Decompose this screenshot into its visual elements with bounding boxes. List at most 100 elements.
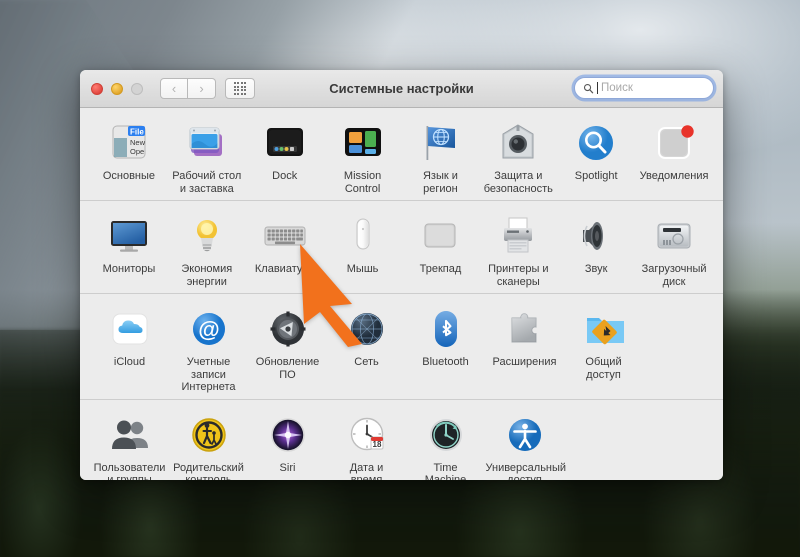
pref-pane-mission-control[interactable]: Mission Control bbox=[324, 114, 402, 195]
pref-pane-label: Bluetooth bbox=[422, 356, 469, 368]
pref-pane-security-privacy[interactable]: Защита и безопасность bbox=[479, 114, 557, 195]
pref-pane-language-region[interactable]: Язык и регион bbox=[402, 114, 480, 195]
pref-pane-sound[interactable]: Звук bbox=[557, 207, 635, 288]
sound-icon bbox=[573, 213, 619, 259]
preferences-row: Пользователи и группы Родительский контроль… bbox=[80, 400, 723, 481]
pref-pane-label: Защита и безопасность bbox=[483, 170, 553, 195]
pref-pane-label: Siri bbox=[279, 461, 296, 474]
siri-icon bbox=[265, 412, 311, 458]
notifications-icon bbox=[651, 120, 697, 166]
window-titlebar: ‹ › Системные настройки Поиск bbox=[80, 70, 723, 108]
pref-pane-label: Рабочий стол и заставка bbox=[172, 170, 242, 195]
pref-pane-displays[interactable]: Мониторы bbox=[90, 207, 168, 288]
pref-pane-label: Расширения bbox=[492, 356, 557, 368]
pref-pane-software-update[interactable]: Обновление ПО bbox=[248, 300, 327, 394]
pref-pane-label: Язык и регион bbox=[422, 170, 458, 195]
svg-text:File: File bbox=[130, 128, 144, 137]
pref-pane-network[interactable]: Сеть bbox=[327, 300, 406, 394]
close-button[interactable] bbox=[91, 82, 103, 95]
pref-pane-label: Уведомления bbox=[639, 170, 709, 182]
pref-pane-printers-scanners[interactable]: Принтеры и сканеры bbox=[479, 207, 557, 288]
pref-pane-internet-accounts[interactable]: @ Учетные записи Интернета bbox=[169, 300, 248, 394]
preferences-row: iCloud @ Учетные записи Интернета Обновление… bbox=[80, 294, 723, 400]
pref-pane-energy-saver[interactable]: Экономия энергии bbox=[168, 207, 246, 288]
accessibility-icon bbox=[502, 412, 548, 458]
pref-pane-label: Родительский контроль bbox=[173, 461, 244, 481]
pref-pane-label: iCloud bbox=[113, 356, 146, 368]
svg-text:Ope: Ope bbox=[130, 147, 144, 156]
startup-disk-icon bbox=[651, 213, 697, 259]
back-button[interactable]: ‹ bbox=[160, 78, 188, 99]
security-privacy-icon bbox=[495, 120, 541, 166]
search-icon bbox=[583, 83, 594, 93]
svg-text:@: @ bbox=[198, 317, 219, 342]
printers-scanners-icon bbox=[495, 213, 541, 259]
system-preferences-window: ‹ › Системные настройки Поиск File New Ope… bbox=[80, 70, 723, 480]
pref-pane-sharing[interactable]: Общий доступ bbox=[564, 300, 643, 394]
pref-pane-label: Dock bbox=[272, 170, 298, 182]
pref-pane-label: Мониторы bbox=[102, 263, 156, 275]
sharing-icon bbox=[581, 306, 627, 352]
pref-pane-accessibility[interactable]: Универсальный доступ bbox=[485, 406, 567, 481]
pref-pane-startup-disk[interactable]: Загрузочный диск bbox=[635, 207, 713, 288]
pref-pane-general[interactable]: File New Ope Основные bbox=[90, 114, 168, 195]
pref-pane-parental-controls[interactable]: Родительский контроль bbox=[169, 406, 248, 481]
spotlight-icon bbox=[573, 120, 619, 166]
pref-pane-spotlight[interactable]: Spotlight bbox=[557, 114, 635, 195]
pref-pane-users-groups[interactable]: Пользователи и группы bbox=[90, 406, 169, 481]
preferences-grid: File New Ope Основные Рабочий стол и заставка… bbox=[80, 108, 723, 480]
pref-pane-dock[interactable]: Dock bbox=[246, 114, 324, 195]
show-all-button[interactable] bbox=[225, 78, 255, 99]
pref-pane-date-time[interactable]: 18 Дата и время bbox=[327, 406, 406, 480]
svg-text:New: New bbox=[130, 138, 146, 147]
minimize-button[interactable] bbox=[111, 82, 123, 95]
pref-pane-label: Универсальный доступ bbox=[485, 461, 567, 481]
displays-icon bbox=[106, 213, 152, 259]
pref-pane-trackpad[interactable]: Трекпад bbox=[402, 207, 480, 288]
pref-pane-label: Трекпад bbox=[419, 263, 462, 275]
search-placeholder: Поиск bbox=[601, 82, 633, 94]
search-field[interactable]: Поиск bbox=[574, 77, 714, 99]
dock-icon bbox=[262, 120, 308, 166]
pref-pane-keyboard[interactable]: Клавиатура bbox=[246, 207, 324, 288]
chevron-left-icon: ‹ bbox=[171, 81, 177, 96]
text-cursor bbox=[597, 82, 598, 94]
pref-pane-label: Общий доступ bbox=[585, 356, 622, 381]
chevron-right-icon: › bbox=[199, 81, 204, 96]
pref-pane-mouse[interactable]: Мышь bbox=[324, 207, 402, 288]
pref-pane-label: Пользователи и группы bbox=[93, 461, 166, 481]
traffic-lights bbox=[91, 82, 143, 95]
pref-pane-label: Экономия энергии bbox=[181, 263, 233, 288]
pref-pane-label: Учетные записи Интернета bbox=[181, 356, 236, 393]
time-machine-icon bbox=[423, 412, 469, 458]
pref-pane-notifications[interactable]: Уведомления bbox=[635, 114, 713, 195]
pref-pane-label: Основные bbox=[102, 170, 156, 182]
pref-pane-label: Сеть bbox=[354, 356, 379, 368]
energy-saver-icon bbox=[184, 213, 230, 259]
pref-pane-label: Звук bbox=[584, 263, 608, 275]
pref-pane-icloud[interactable]: iCloud bbox=[90, 300, 169, 394]
internet-accounts-icon: @ bbox=[186, 306, 232, 352]
pref-pane-label: Загрузочный диск bbox=[641, 263, 707, 288]
grid-dots-icon bbox=[233, 82, 247, 95]
svg-text:18: 18 bbox=[372, 440, 381, 449]
software-update-icon bbox=[265, 306, 311, 352]
pref-pane-label: Обновление ПО bbox=[255, 356, 320, 381]
pref-pane-time-machine[interactable]: Time Machine bbox=[406, 406, 485, 480]
general-icon: File New Ope bbox=[106, 120, 152, 166]
pref-pane-extensions[interactable]: Расширения bbox=[485, 300, 564, 394]
zoom-button[interactable] bbox=[131, 82, 143, 95]
date-time-icon: 18 bbox=[344, 412, 390, 458]
pref-pane-label: Мышь bbox=[346, 263, 379, 275]
pref-pane-label: Принтеры и сканеры bbox=[488, 263, 549, 288]
mouse-icon bbox=[340, 213, 386, 259]
pref-pane-siri[interactable]: Siri bbox=[248, 406, 327, 481]
pref-pane-desktop-screensaver[interactable]: Рабочий стол и заставка bbox=[168, 114, 246, 195]
icloud-icon bbox=[107, 306, 153, 352]
preferences-row: Мониторы Экономия энергии Клавиатура Мышь Тр… bbox=[80, 201, 723, 294]
navigation-buttons: ‹ › bbox=[160, 78, 216, 99]
pref-pane-label: Клавиатура bbox=[254, 263, 315, 275]
forward-button[interactable]: › bbox=[188, 78, 216, 99]
trackpad-icon bbox=[417, 213, 463, 259]
pref-pane-bluetooth[interactable]: Bluetooth bbox=[406, 300, 485, 394]
